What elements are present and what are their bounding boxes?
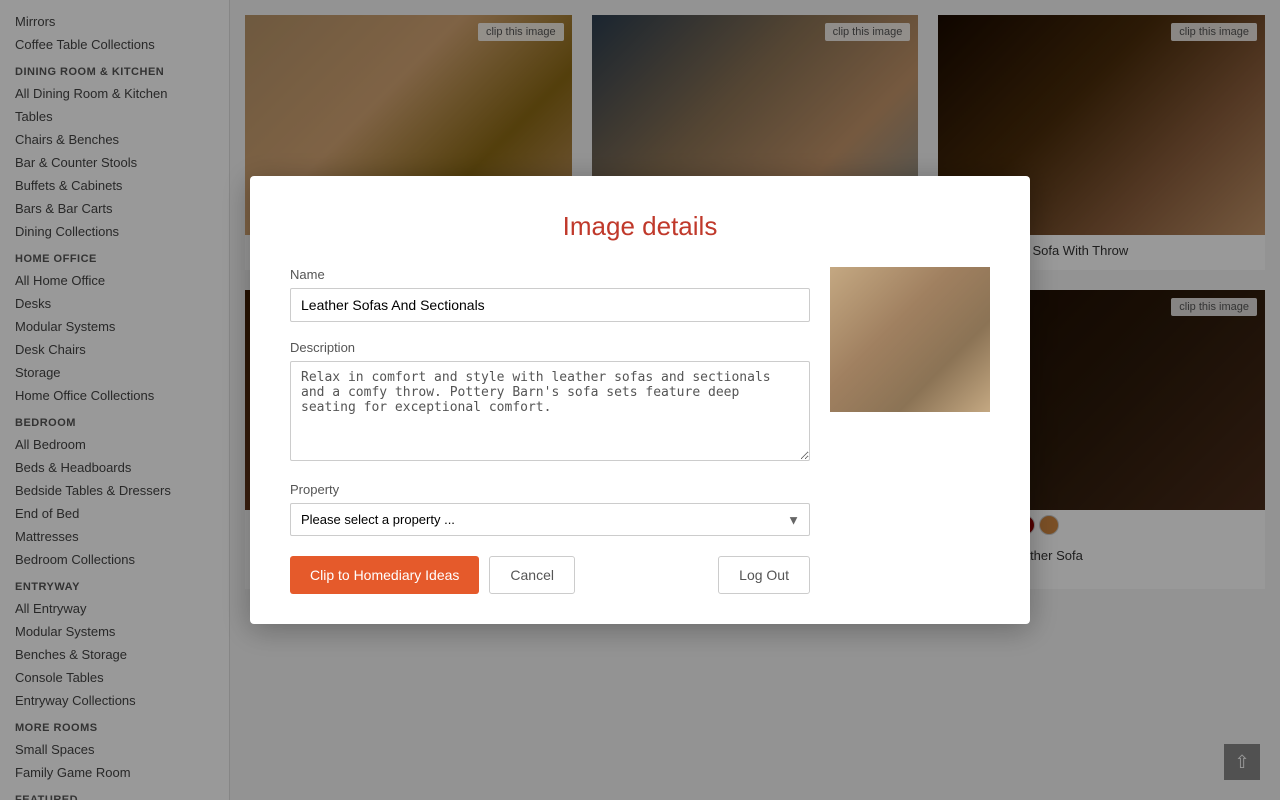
name-label: Name [290,267,810,282]
modal-thumbnail [830,267,990,594]
description-label: Description [290,340,810,355]
name-field-group: Name [290,267,810,322]
cancel-button[interactable]: Cancel [489,556,575,594]
property-label: Property [290,482,810,497]
logout-button[interactable]: Log Out [718,556,810,594]
clip-to-homediary-button[interactable]: Clip to Homediary Ideas [290,556,479,594]
property-select-wrapper: Please select a property ... ▼ [290,503,810,536]
property-select[interactable]: Please select a property ... [290,503,810,536]
modal-overlay: Image details Name Description Relax in … [0,0,1280,800]
description-field-group: Description Relax in comfort and style w… [290,340,810,464]
modal-actions-left: Clip to Homediary Ideas Cancel [290,556,575,594]
modal-thumbnail-image [830,267,990,412]
page-wrapper: Mirrors Coffee Table Collections DINING … [0,0,1280,800]
modal-dialog: Image details Name Description Relax in … [250,176,1030,624]
modal-form: Name Description Relax in comfort and st… [290,267,810,594]
name-input[interactable] [290,288,810,322]
modal-actions: Clip to Homediary Ideas Cancel Log Out [290,556,810,594]
modal-body: Name Description Relax in comfort and st… [290,267,990,594]
description-textarea[interactable]: Relax in comfort and style with leather … [290,361,810,461]
property-field-group: Property Please select a property ... ▼ [290,482,810,536]
modal-title: Image details [290,211,990,242]
